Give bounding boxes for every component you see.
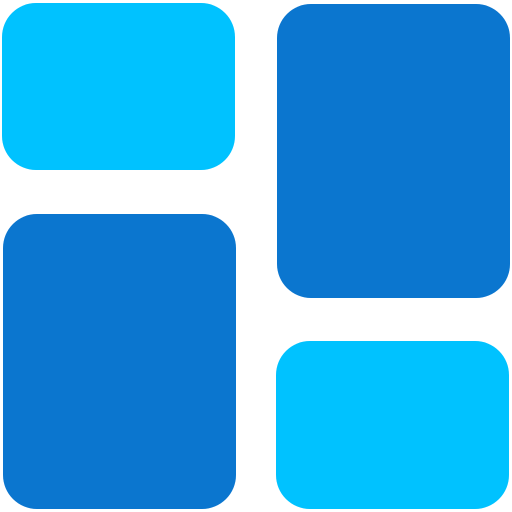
tile-top-left [2,3,235,170]
dashboard-layout-icon [0,0,512,512]
tile-bottom-left [3,214,236,509]
tile-top-right [277,4,510,298]
tile-bottom-right [276,341,509,509]
